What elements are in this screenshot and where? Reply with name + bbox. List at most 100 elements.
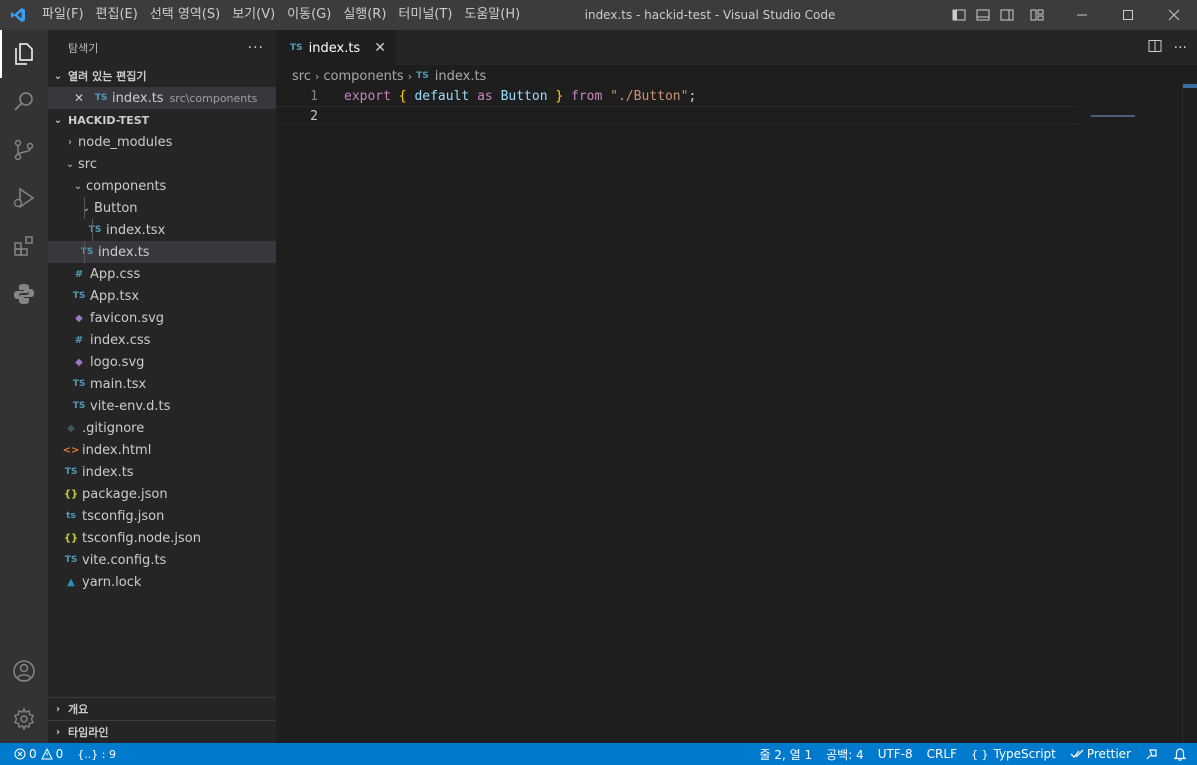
toggle-panel-icon[interactable] <box>971 0 995 30</box>
file-name: yarn.lock <box>82 574 142 590</box>
file-item[interactable]: ◆ .gitignore <box>48 417 276 439</box>
encoding[interactable]: UTF-8 <box>871 747 920 761</box>
timeline-header[interactable]: › 타임라인 <box>48 720 276 743</box>
project-header[interactable]: ⌄ HACKID-TEST <box>48 109 276 131</box>
tab-index-ts[interactable]: TS index.ts ✕ <box>276 29 396 66</box>
file-item[interactable]: TS vite.config.ts <box>48 549 276 571</box>
file-item[interactable]: TS index.ts <box>48 461 276 483</box>
feedback-icon[interactable] <box>1138 747 1166 761</box>
file-item[interactable]: ◆ logo.svg <box>48 351 276 373</box>
chevron-down-icon: ⌄ <box>65 158 75 170</box>
open-editor-name: index.ts <box>112 90 164 106</box>
file-item[interactable]: # App.css <box>48 263 276 285</box>
menu-item[interactable]: 선택 영역(S) <box>144 0 226 30</box>
file-type-icon: TS <box>72 291 86 301</box>
file-name: index.ts <box>98 244 150 260</box>
file-item[interactable]: {} package.json <box>48 483 276 505</box>
file-item[interactable]: TS vite-env.d.ts <box>48 395 276 417</box>
indentation[interactable]: 공백: 4 <box>819 746 871 763</box>
chevron-down-icon: ⌄ <box>53 114 63 126</box>
outline-header[interactable]: › 개요 <box>48 697 276 720</box>
file-type-icon: {} <box>63 488 79 500</box>
open-editors-header[interactable]: ⌄ 열려 있는 편집기 <box>48 65 276 87</box>
file-name: index.css <box>90 332 151 348</box>
scrollbar-thumb[interactable] <box>1183 84 1197 88</box>
extensions-icon[interactable] <box>0 222 48 270</box>
end-of-line[interactable]: CRLF <box>920 747 964 761</box>
menu-item[interactable]: 편집(E) <box>90 0 144 30</box>
open-editor-item[interactable]: ✕ TS index.ts src\components <box>48 87 276 109</box>
menu-item[interactable]: 이동(G) <box>281 0 337 30</box>
account-icon[interactable] <box>0 647 48 695</box>
vertical-scrollbar[interactable] <box>1182 84 1197 743</box>
toggle-secondary-sidebar-icon[interactable] <box>995 0 1019 30</box>
file-type-icon: ▲ <box>67 576 75 588</box>
file-name: .gitignore <box>82 420 145 436</box>
folder-item[interactable]: ⌄ components <box>48 175 276 197</box>
search-icon[interactable] <box>0 78 48 126</box>
breadcrumb-item[interactable]: src <box>292 69 311 84</box>
close-window-button[interactable] <box>1151 0 1197 30</box>
file-item[interactable]: ▲ yarn.lock <box>48 571 276 593</box>
prettier-status[interactable]: Prettier <box>1063 747 1138 761</box>
file-name: node_modules <box>78 134 173 150</box>
menu-item[interactable]: 터미널(T) <box>392 0 458 30</box>
python-icon[interactable] <box>0 270 48 318</box>
menu-item[interactable]: 실행(R) <box>337 0 392 30</box>
more-actions-icon[interactable]: ··· <box>248 40 264 56</box>
outline-label: 개요 <box>68 703 89 716</box>
file-type-icon: ◆ <box>75 312 83 324</box>
more-actions-icon[interactable]: ··· <box>1174 40 1187 56</box>
maximize-button[interactable] <box>1105 0 1151 30</box>
menu-item[interactable]: 보기(V) <box>226 0 281 30</box>
close-icon[interactable]: ✕ <box>74 91 92 105</box>
breadcrumb-item[interactable]: components <box>323 69 403 84</box>
toggle-primary-sidebar-icon[interactable] <box>947 0 971 30</box>
folder-item[interactable]: › node_modules <box>48 131 276 153</box>
folder-item[interactable]: ⌄ src <box>48 153 276 175</box>
file-item[interactable]: <> index.html <box>48 439 276 461</box>
active-indicator <box>0 30 2 78</box>
file-item[interactable]: TS index.ts <box>48 241 276 263</box>
explorer-icon[interactable] <box>0 30 48 78</box>
menu-item[interactable]: 도움말(H) <box>458 0 526 30</box>
file-item[interactable]: TS App.tsx <box>48 285 276 307</box>
cursor-position[interactable]: 줄 2, 열 1 <box>753 746 820 763</box>
problems-indicator[interactable]: 0 0 <box>10 747 70 761</box>
file-item[interactable]: ts tsconfig.json <box>48 505 276 527</box>
warning-icon <box>40 748 53 760</box>
file-type-icon: # <box>74 268 84 280</box>
minimize-button[interactable] <box>1059 0 1105 30</box>
file-name: App.css <box>90 266 141 282</box>
code-line[interactable]: 1 export { default as Button } from "./Bu… <box>276 87 1079 106</box>
source-control-icon[interactable] <box>0 126 48 174</box>
code-text: export { default as Button } from "./But… <box>344 87 696 106</box>
line-number: 2 <box>310 109 318 124</box>
folder-item[interactable]: ⌄ Button <box>48 197 276 219</box>
file-item[interactable]: {} tsconfig.node.json <box>48 527 276 549</box>
title-bar: 파일(F) 편집(E) 선택 영역(S) 보기(V) 이동(G) 실행(R) 터미널(T) 도… <box>0 0 1197 30</box>
notifications-bell-icon[interactable] <box>1166 747 1197 761</box>
sidebar-title: 탐색기 <box>68 41 99 55</box>
file-name: vite.config.ts <box>82 552 167 568</box>
minimap[interactable] <box>1091 115 1135 117</box>
file-item[interactable]: TS index.tsx <box>48 219 276 241</box>
file-name: index.ts <box>82 464 134 480</box>
code-editor[interactable]: 1 export { default as Button } from "./Bu… <box>276 84 1197 743</box>
editor-area: TS index.ts ✕ ··· src › components › TS … <box>276 29 1197 743</box>
file-type-icon: TS <box>80 247 94 257</box>
run-debug-icon[interactable] <box>0 174 48 222</box>
breadcrumb-item[interactable]: index.ts <box>435 69 487 84</box>
code-line[interactable]: 2 <box>276 106 1079 125</box>
file-item[interactable]: TS main.tsx <box>48 373 276 395</box>
menu-item[interactable]: 파일(F) <box>36 0 90 30</box>
split-editor-icon[interactable] <box>1148 39 1162 57</box>
close-icon[interactable]: ✕ <box>374 40 386 56</box>
settings-gear-icon[interactable] <box>0 695 48 743</box>
file-item[interactable]: ◆ favicon.svg <box>48 307 276 329</box>
language-mode[interactable]: { } TypeScript <box>964 747 1063 761</box>
file-item[interactable]: # index.css <box>48 329 276 351</box>
customize-layout-icon[interactable] <box>1025 0 1049 30</box>
prettier-label: Prettier <box>1086 747 1131 761</box>
bracket-pair-status[interactable]: {..} : 9 <box>70 748 123 761</box>
